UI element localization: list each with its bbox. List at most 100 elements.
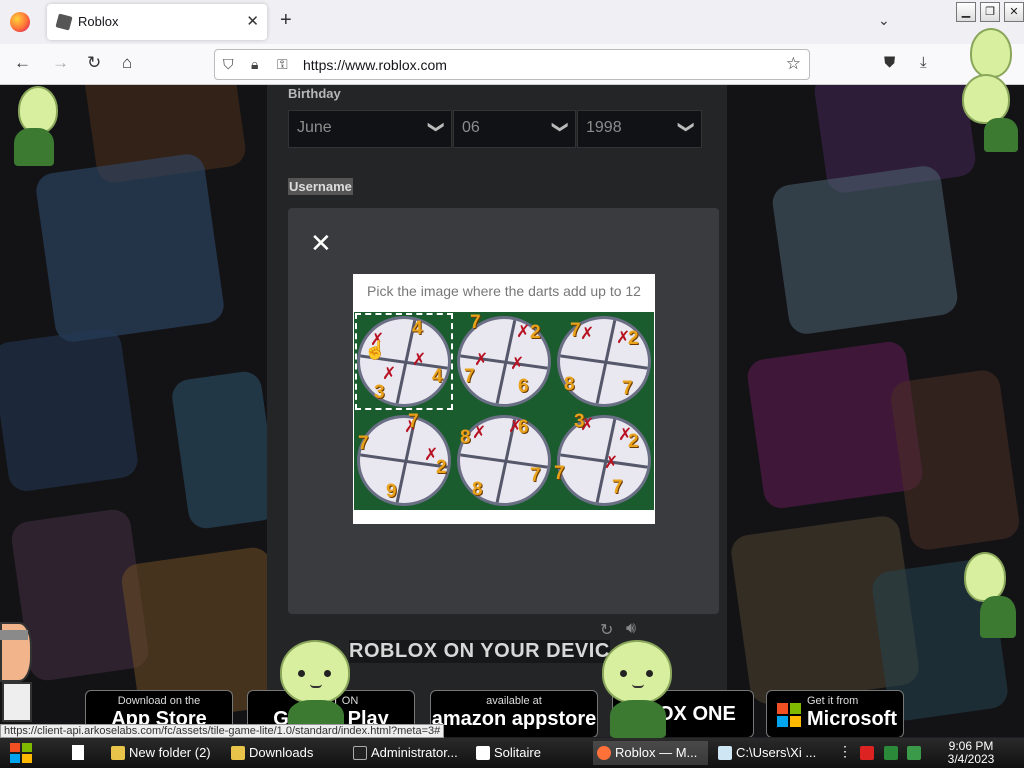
lock-icon[interactable]: 🔒︎ — [251, 56, 258, 73]
pocket-icon[interactable]: ⛊ — [884, 54, 895, 71]
username-label: Username — [288, 178, 353, 195]
new-tab-button[interactable]: + — [280, 10, 292, 30]
tab-list-chevron-icon[interactable]: ⌄ — [878, 12, 890, 29]
badge-caption: Get it from — [807, 695, 859, 707]
taskbar-item-new-folder[interactable]: New folder (2) — [107, 741, 221, 765]
dart-icon: ✗ — [412, 350, 427, 369]
devices-heading: ROBLOX ON YOUR DEVIC — [349, 640, 610, 663]
flag-icon[interactable] — [860, 746, 874, 760]
minimize-button[interactable]: ▁ — [956, 2, 976, 22]
chevron-down-icon: ❯ — [427, 120, 445, 134]
downloads-icon[interactable]: ⤓ — [920, 54, 927, 71]
dart-number: 2 — [530, 322, 541, 343]
network-icon[interactable] — [884, 746, 898, 760]
tab-title: Roblox — [78, 14, 119, 29]
taskbar-item-administrator[interactable]: Administrator... — [349, 741, 462, 765]
taskbar: New folder (2) Downloads Administrator..… — [0, 738, 1024, 768]
firefox-icon[interactable] — [10, 12, 30, 32]
month-select[interactable]: June ❯ — [288, 110, 452, 148]
dart-number: 7 — [464, 366, 475, 387]
taskbar-item-downloads[interactable]: Downloads — [227, 741, 342, 765]
dart-number: 7 — [570, 320, 581, 341]
captcha-tile-4[interactable]: ✗ ✗ 7 7 2 9 — [354, 411, 454, 510]
forward-arrow-icon[interactable]: → — [52, 53, 69, 73]
birthday-label: Birthday — [288, 86, 341, 101]
badge-title: Microsoft — [807, 708, 897, 730]
dart-number: 7 — [612, 477, 623, 498]
roblox-page: Birthday June ❯ 06 ❯ 1998 ❯ Username ✕ P… — [0, 85, 1024, 737]
tab-close-icon[interactable]: ✕ — [246, 12, 259, 30]
shield-icon[interactable]: ⛉ — [223, 56, 234, 73]
dart-number: 7 — [554, 463, 565, 484]
taskbar-item-solitaire[interactable]: Solitaire — [472, 741, 587, 765]
captcha-tile-2[interactable]: ✗ ✗ ✗ 7 2 7 6 — [454, 312, 554, 411]
year-value: 1998 — [586, 119, 622, 136]
captcha-tile-3[interactable]: ✗ ✗ 7 2 8 7 — [554, 312, 654, 411]
refresh-icon[interactable]: ↻ — [600, 620, 613, 640]
home-icon[interactable]: ⌂ — [122, 53, 132, 73]
folder-icon — [111, 746, 125, 760]
roblox-favicon-icon — [55, 13, 73, 31]
mouse-cursor-icon: ☝ — [364, 340, 387, 360]
dart-number: 7 — [622, 378, 633, 399]
microsoft-logo-icon — [777, 703, 801, 727]
chevron-down-icon: ❯ — [677, 120, 695, 134]
dart-icon: ✗ — [580, 324, 595, 343]
badge-caption: Download on the — [117, 695, 201, 707]
taskbar-item-firefox[interactable]: Roblox — M... — [593, 741, 708, 765]
folder-icon — [231, 746, 245, 760]
day-value: 06 — [462, 119, 480, 136]
badge-caption: available at — [486, 695, 542, 707]
show-desktop-file-icon[interactable] — [72, 745, 84, 760]
dart-icon: ✗ — [472, 423, 487, 442]
cards-icon — [476, 746, 490, 760]
dart-number: 8 — [564, 374, 575, 395]
captcha-tile-1[interactable]: ✗ ✗ ✗ 4 3 4 ☝ — [354, 312, 454, 411]
captcha-prompt: Pick the image where the darts add up to… — [367, 283, 641, 299]
day-select[interactable]: 06 ❯ — [453, 110, 576, 148]
year-select[interactable]: 1998 ❯ — [577, 110, 702, 148]
start-button[interactable] — [10, 743, 32, 763]
audio-icon[interactable]: 🔊︎ — [626, 620, 636, 638]
browser-nav-bar: ← → ↻ ⌂ ⛉ 🔒︎ ⚿ https://www.roblox.com ☆ … — [0, 44, 1024, 85]
dart-number: 2 — [628, 431, 639, 452]
url-text[interactable]: https://www.roblox.com — [303, 57, 447, 73]
dart-number: 8 — [472, 479, 483, 500]
notepad-icon — [718, 746, 732, 760]
dart-number: 3 — [574, 411, 585, 432]
bookmark-star-icon[interactable]: ☆ — [786, 54, 801, 74]
maximize-button[interactable]: ❐ — [980, 2, 1000, 22]
link-status-url: https://client-api.arkoselabs.com/fc/ass… — [0, 724, 445, 738]
permissions-key-icon[interactable]: ⚿ — [277, 56, 288, 73]
clock-date: 3/4/2023 — [947, 752, 995, 766]
reload-icon[interactable]: ↻ — [87, 53, 101, 73]
dart-icon: ✗ — [510, 354, 525, 373]
tab-roblox[interactable]: Roblox ✕ — [47, 4, 267, 40]
dart-number: 9 — [386, 481, 397, 502]
dart-number: 7 — [408, 411, 419, 432]
chevron-down-icon: ❯ — [551, 120, 569, 134]
browser-tab-bar: Roblox ✕ + ⌄ ▁ ❐ ✕ — [0, 0, 1024, 44]
captcha-tile-5[interactable]: ✗ ✗ 8 6 8 7 — [454, 411, 554, 510]
system-clock[interactable]: 9:06 PM 3/4/2023 — [936, 740, 1006, 766]
window-controls: ▁ ❐ ✕ — [956, 2, 1024, 22]
close-window-button[interactable]: ✕ — [1004, 2, 1024, 22]
taskbar-item-notepad[interactable]: C:\Users\Xi ... — [714, 741, 829, 765]
peridot-sprite — [598, 640, 680, 738]
dart-number: 4 — [432, 366, 443, 387]
cartoon-man-sprite — [0, 622, 34, 722]
microsoft-store-badge[interactable]: Get it from Microsoft — [766, 690, 904, 737]
dart-number: 7 — [358, 433, 369, 454]
dart-number: 6 — [518, 376, 529, 397]
captcha-tile-6[interactable]: ✗ ✗ ✗ 3 2 7 7 — [554, 411, 654, 510]
dart-icon: ✗ — [382, 364, 397, 383]
address-bar[interactable]: ⛉ 🔒︎ ⚿ https://www.roblox.com ☆ — [214, 49, 810, 80]
badge-title: amazon appstore — [431, 708, 597, 730]
captcha-modal: ✕ Pick the image where the darts add up … — [288, 208, 719, 639]
back-arrow-icon[interactable]: ← — [14, 53, 31, 73]
peridot-sprite — [962, 28, 1020, 152]
overflow-icon[interactable]: ⋮ — [838, 743, 852, 760]
amazon-appstore-badge[interactable]: available at amazon appstore — [430, 690, 598, 737]
close-icon[interactable]: ✕ — [310, 230, 332, 256]
volume-icon[interactable] — [907, 746, 921, 760]
